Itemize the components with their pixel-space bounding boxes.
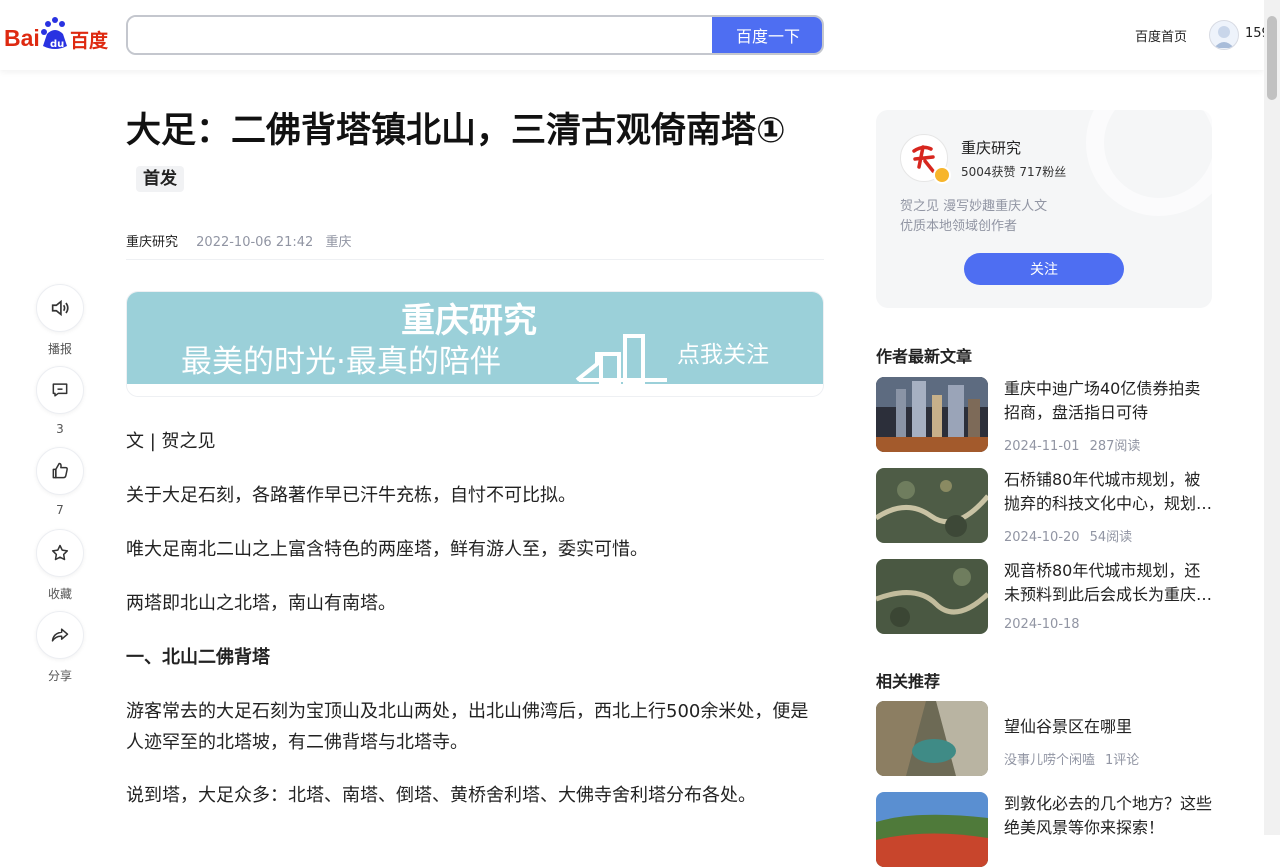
user-name[interactable]: 159 <box>1245 26 1264 41</box>
author-desc-line: 贺之见 漫写妙趣重庆人文 <box>900 199 1048 214</box>
broadcast-action[interactable]: 播报 <box>36 284 84 357</box>
article-date: 2024-11-01 <box>1004 439 1080 454</box>
article-meta: 2024-11-01 287阅读 <box>1004 435 1140 454</box>
article-link[interactable]: 望仙谷景区在哪里 <box>1004 715 1214 739</box>
comment-button[interactable] <box>36 366 84 414</box>
share-label: 分享 <box>47 669 72 683</box>
first-publish-badge: 首发 <box>136 166 184 192</box>
like-action[interactable]: 7 <box>36 447 84 517</box>
banner-graphic: 重庆研究 最美的时光·最真的陪伴 点我关注 <box>127 292 823 396</box>
top-header: Bai du 百度 百度一下 百度首页 159 <box>0 0 1264 70</box>
article-paragraph: 游客常去的大足石刻为宝顶山及北山两处，出北山佛湾后，西北上行500余米处，便是人… <box>126 701 809 753</box>
related-article-item[interactable]: 望仙谷景区在哪里 没事儿唠个闲嗑 1评论 <box>876 701 1216 777</box>
latest-article-item[interactable]: 石桥铺80年代城市规划，被抛弃的科技文化中心，规划… 2024-10-20 54阅… <box>876 468 1216 545</box>
article-meta: 2024-10-18 <box>1004 617 1080 632</box>
logo-text-bai: Bai <box>4 25 40 51</box>
article-meta: 2024-10-20 54阅读 <box>1004 526 1132 545</box>
star-icon <box>51 544 69 561</box>
article-thumbnail <box>876 559 988 634</box>
author-name[interactable]: 重庆研究 <box>961 137 1021 158</box>
latest-articles-title: 作者最新文章 <box>876 347 973 366</box>
comment-icon <box>52 383 68 397</box>
search-box: 百度一下 <box>126 15 824 55</box>
thumbs-up-icon <box>52 462 68 479</box>
banner-slogan: 最美的时光·最真的陪伴 <box>181 344 501 380</box>
share-button[interactable] <box>36 611 84 659</box>
article-paragraph: 两塔即北山之北塔，南山有南塔。 <box>126 593 396 614</box>
search-button[interactable]: 百度一下 <box>712 17 822 53</box>
article-paragraph: 文 | 贺之见 <box>126 431 216 452</box>
favorite-button[interactable] <box>36 529 84 577</box>
scrollbar-thumb[interactable] <box>1267 16 1277 100</box>
article-link[interactable]: 到敦化必去的几个地方？这些绝美风景等你来探索！ <box>1004 792 1214 840</box>
article-date: 2024-10-18 <box>1004 617 1080 632</box>
broadcast-button[interactable] <box>36 284 84 332</box>
article-meta: 重庆研究 2022-10-06 21:42 重庆 <box>126 231 351 250</box>
user-avatar[interactable] <box>1209 20 1239 50</box>
section-heading: 一、北山二佛背塔 <box>126 647 270 668</box>
article-author[interactable]: 重庆研究 <box>126 235 178 250</box>
avatar-icon <box>1214 26 1234 48</box>
article-title: 大足：二佛背塔镇北山，三清古观倚南塔① <box>126 111 786 151</box>
latest-article-item[interactable]: 观音桥80年代城市规划，还未预料到此后会成长为重庆… 2024-10-18 <box>876 559 1216 635</box>
share-action[interactable]: 分享 <box>36 611 84 684</box>
latest-article-item[interactable]: 重庆中迪广场40亿债券拍卖招商，盘活指日可待 2024-11-01 287阅读 <box>876 377 1216 454</box>
article-paragraph: 说到塔，大足众多：北塔、南塔、倒塔、黄桥舍利塔、大佛寺舍利塔分布各处。 <box>126 785 756 806</box>
article-link[interactable]: 观音桥80年代城市规划，还未预料到此后会成长为重庆… <box>1004 559 1214 607</box>
follow-banner[interactable]: 重庆研究 最美的时光·最真的陪伴 点我关注 <box>126 291 824 397</box>
article-comments: 1评论 <box>1105 753 1140 768</box>
article-thumbnail <box>876 468 988 543</box>
baidu-home-link[interactable]: 百度首页 <box>1135 26 1187 45</box>
verified-badge-icon <box>933 166 951 184</box>
search-input[interactable] <box>128 17 714 53</box>
speaker-icon <box>51 299 69 317</box>
article-link[interactable]: 石桥铺80年代城市规划，被抛弃的科技文化中心，规划… <box>1004 468 1214 516</box>
share-icon <box>51 628 69 642</box>
author-stats: 5004获赞 717粉丝 <box>961 165 1067 179</box>
favorite-action[interactable]: 收藏 <box>36 529 84 602</box>
article-location: 重庆 <box>325 235 352 250</box>
article-paragraph: 唯大足南北二山之上富含特色的两座塔，鲜有游人至，委实可惜。 <box>126 539 648 560</box>
article-meta: 没事儿唠个闲嗑 1评论 <box>1004 749 1139 768</box>
comment-count: 3 <box>56 422 64 436</box>
page-scrollbar[interactable] <box>1264 0 1280 835</box>
comment-action[interactable]: 3 <box>36 366 84 436</box>
article-source: 没事儿唠个闲嗑 <box>1004 753 1096 768</box>
article-reads: 287阅读 <box>1089 439 1141 454</box>
article-thumbnail <box>876 701 988 776</box>
related-article-item[interactable]: 到敦化必去的几个地方？这些绝美风景等你来探索！ <box>876 792 1216 868</box>
logo-text-baidu: 百度 <box>70 29 108 52</box>
favorite-label: 收藏 <box>47 587 72 601</box>
like-count: 7 <box>56 503 64 517</box>
article-link[interactable]: 重庆中迪广场40亿债券拍卖招商，盘活指日可待 <box>1004 377 1214 425</box>
svg-text:du: du <box>50 39 64 50</box>
article-thumbnail <box>876 377 988 452</box>
author-desc-line: 优质本地领域创作者 <box>900 219 1018 234</box>
article-datetime: 2022-10-06 21:42 <box>196 235 314 250</box>
like-button[interactable] <box>36 447 84 495</box>
related-recommend-title: 相关推荐 <box>876 672 941 691</box>
baidu-logo[interactable]: Bai du 百度 <box>4 14 108 54</box>
article-thumbnail <box>876 792 988 867</box>
banner-heading: 重庆研究 <box>401 301 537 341</box>
article-date: 2024-10-20 <box>1004 530 1080 545</box>
article-paragraph: 关于大足石刻，各路著作早已汗牛充栋，自忖不可比拟。 <box>126 485 576 506</box>
article-reads: 54阅读 <box>1089 530 1133 545</box>
author-card: 重庆研究 5004获赞 717粉丝 贺之见 漫写妙趣重庆人文 优质本地领域创作者… <box>876 110 1212 308</box>
banner-cta: 点我关注 <box>677 342 769 368</box>
meta-divider <box>126 259 824 260</box>
author-description: 贺之见 漫写妙趣重庆人文 优质本地领域创作者 <box>900 197 1047 237</box>
card-decoration <box>1086 110 1212 216</box>
broadcast-label: 播报 <box>47 342 72 356</box>
follow-button[interactable]: 关注 <box>964 253 1124 285</box>
